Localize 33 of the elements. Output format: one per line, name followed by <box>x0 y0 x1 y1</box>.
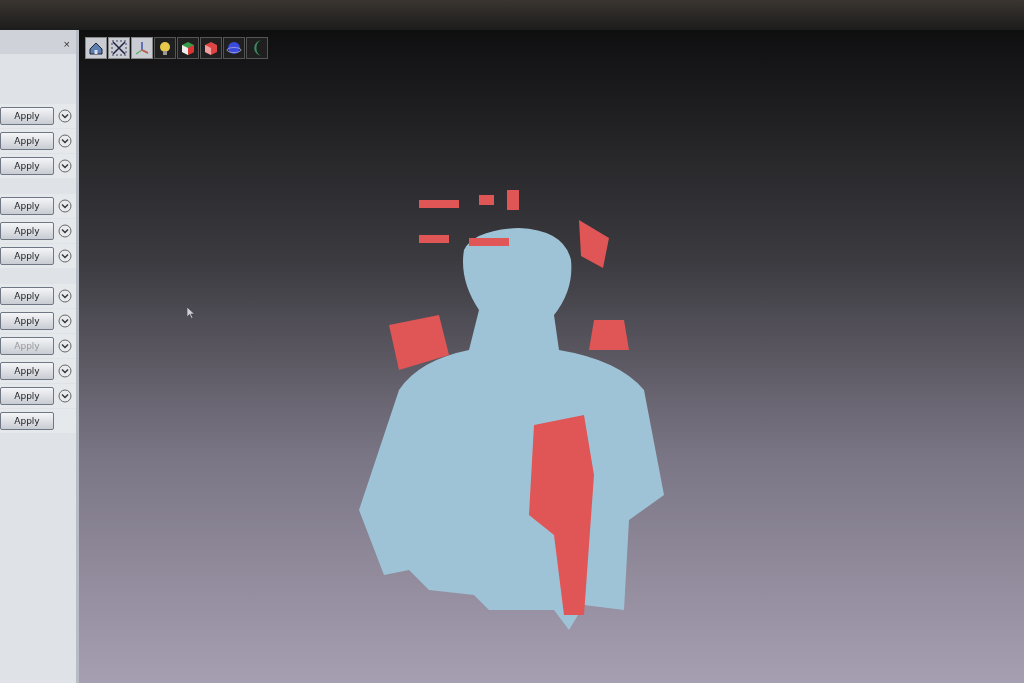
toolbar-button[interactable] <box>154 37 176 59</box>
toolbar-button[interactable] <box>108 37 130 59</box>
expand-chevron-icon[interactable] <box>58 389 72 403</box>
apply-button[interactable]: Apply <box>0 132 54 150</box>
toolbar-button[interactable] <box>177 37 199 59</box>
expand-chevron-icon[interactable] <box>58 224 72 238</box>
close-button[interactable]: × <box>61 38 72 50</box>
cross-arrows-icon <box>110 39 128 57</box>
toolbar-button[interactable] <box>85 37 107 59</box>
colored-cube-icon <box>179 39 197 57</box>
apply-button[interactable]: Apply <box>0 247 54 265</box>
axes-icon <box>133 39 151 57</box>
expand-chevron-icon[interactable] <box>58 134 72 148</box>
apply-button[interactable]: Apply <box>0 312 54 330</box>
expand-chevron-icon[interactable] <box>58 289 72 303</box>
expand-chevron-icon[interactable] <box>58 249 72 263</box>
apply-button[interactable]: Apply <box>0 412 54 430</box>
expand-chevron-icon[interactable] <box>58 364 72 378</box>
apply-button[interactable]: Apply <box>0 197 54 215</box>
expand-chevron-icon[interactable] <box>58 159 72 173</box>
pointer-cursor-icon <box>187 307 195 319</box>
toolbar-button[interactable] <box>200 37 222 59</box>
apply-button[interactable]: Apply <box>0 362 54 380</box>
apply-button[interactable]: Apply <box>0 287 54 305</box>
apply-button[interactable]: Apply <box>0 157 54 175</box>
cube-icon <box>202 39 220 57</box>
apply-button[interactable]: Apply <box>0 222 54 240</box>
sphere-icon <box>225 39 243 57</box>
expand-chevron-icon[interactable] <box>58 199 72 213</box>
expand-chevron-icon[interactable] <box>58 109 72 123</box>
apply-button[interactable]: Apply <box>0 107 54 125</box>
expand-chevron-icon[interactable] <box>58 314 72 328</box>
apply-button[interactable]: Apply <box>0 387 54 405</box>
